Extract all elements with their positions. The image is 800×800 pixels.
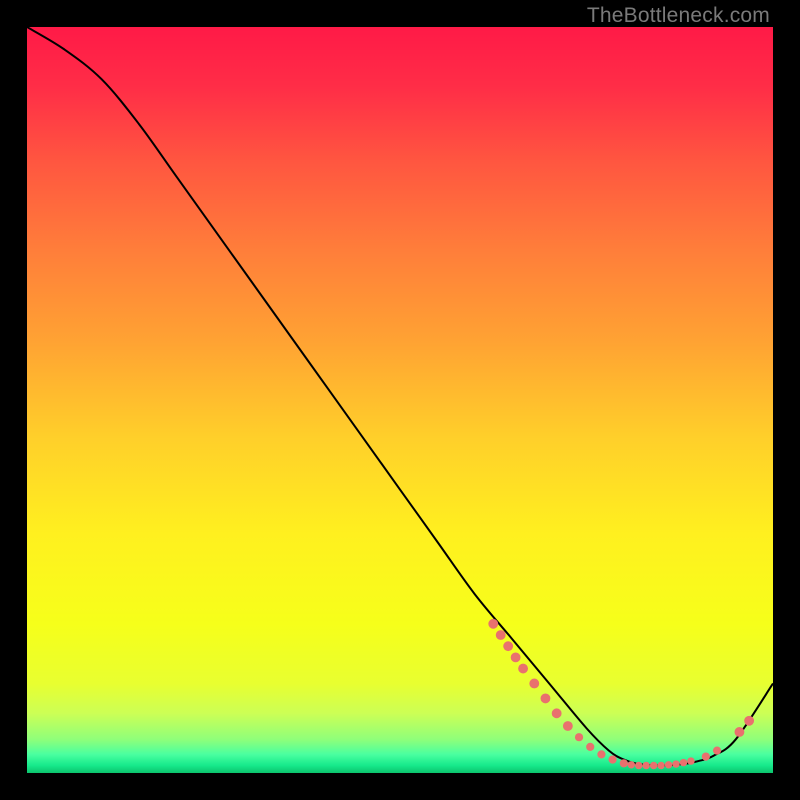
highlight-dot xyxy=(672,760,679,767)
highlight-dot xyxy=(635,762,642,769)
highlight-dot xyxy=(620,759,628,767)
highlight-dot xyxy=(529,679,539,689)
highlight-dot xyxy=(628,761,635,768)
highlight-dot xyxy=(552,708,562,718)
highlight-dot xyxy=(496,630,506,640)
highlight-dot xyxy=(702,752,710,760)
highlight-dot xyxy=(657,762,664,769)
highlight-dot xyxy=(511,652,521,662)
highlight-dot xyxy=(735,727,745,737)
highlight-dot xyxy=(575,733,583,741)
bottleneck-curve xyxy=(27,27,773,766)
highlight-dot xyxy=(609,755,617,763)
highlight-dot xyxy=(488,619,498,629)
highlight-dot xyxy=(744,716,754,726)
highlight-dot xyxy=(503,641,513,651)
highlight-dot xyxy=(597,750,605,758)
highlight-dot xyxy=(665,761,672,768)
highlight-dot xyxy=(518,664,528,674)
curve-layer xyxy=(27,27,773,773)
highlight-dot xyxy=(680,759,687,766)
highlight-dot xyxy=(586,743,594,751)
highlight-dot xyxy=(563,721,573,731)
plot-area xyxy=(27,27,773,773)
watermark-label: TheBottleneck.com xyxy=(587,4,770,28)
highlight-dot xyxy=(713,747,721,755)
highlight-dot xyxy=(650,762,657,769)
chart-stage: TheBottleneck.com xyxy=(0,0,800,800)
highlight-dots xyxy=(488,619,754,769)
highlight-dot xyxy=(687,757,694,764)
highlight-dot xyxy=(642,762,649,769)
highlight-dot xyxy=(541,693,551,703)
